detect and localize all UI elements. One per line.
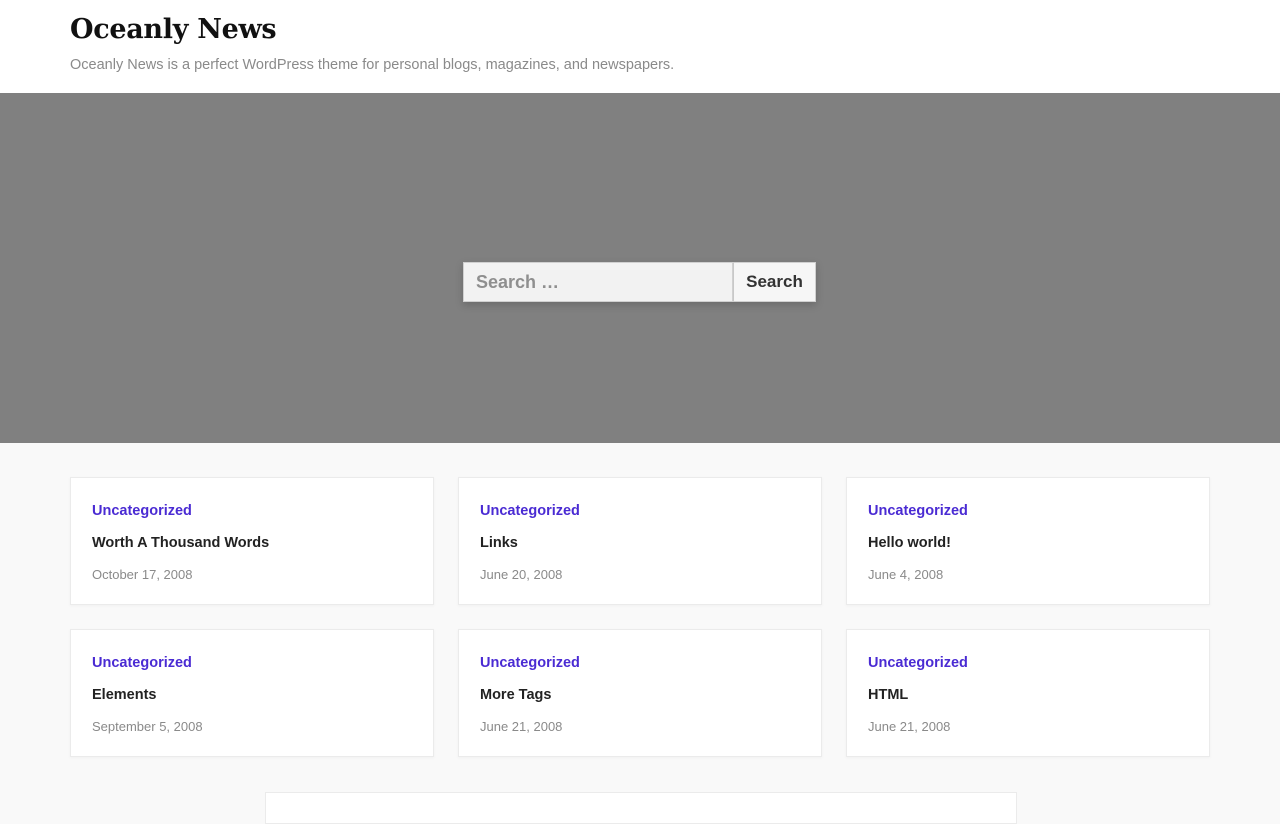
post-category-link[interactable]: Uncategorized	[868, 502, 1188, 520]
post-card: Uncategorized Links June 20, 2008	[458, 477, 822, 605]
post-category-link[interactable]: Uncategorized	[480, 654, 800, 672]
post-card: Uncategorized Elements September 5, 2008	[70, 629, 434, 757]
post-card: Uncategorized More Tags June 21, 2008	[458, 629, 822, 757]
post-card: Uncategorized Hello world! June 4, 2008	[846, 477, 1210, 605]
post-title-link[interactable]: Hello world!	[868, 534, 1188, 552]
post-card: Uncategorized Worth A Thousand Words Oct…	[70, 477, 434, 605]
post-title-link[interactable]: HTML	[868, 686, 1188, 704]
post-card: Uncategorized HTML June 21, 2008	[846, 629, 1210, 757]
site-title[interactable]: Oceanly News	[70, 14, 277, 45]
post-category-link[interactable]: Uncategorized	[868, 654, 1188, 672]
pagination-box	[265, 792, 1017, 824]
post-category-link[interactable]: Uncategorized	[92, 502, 412, 520]
post-title-link[interactable]: Worth A Thousand Words	[92, 534, 412, 552]
post-date: June 21, 2008	[868, 719, 951, 734]
site-header: Oceanly News Oceanly News is a perfect W…	[0, 0, 1280, 93]
search-input[interactable]	[463, 262, 733, 302]
post-date: October 17, 2008	[92, 567, 193, 582]
post-date: June 4, 2008	[868, 567, 944, 582]
site-description: Oceanly News is a perfect WordPress them…	[70, 57, 675, 73]
post-title-link[interactable]: Elements	[92, 686, 412, 704]
post-date: June 21, 2008	[480, 719, 563, 734]
post-title-link[interactable]: More Tags	[480, 686, 800, 704]
post-date: June 20, 2008	[480, 567, 563, 582]
post-category-link[interactable]: Uncategorized	[480, 502, 800, 520]
search-form: Search	[463, 262, 816, 302]
search-button[interactable]: Search	[733, 262, 816, 302]
hero-banner: Search	[0, 93, 1280, 443]
post-title-link[interactable]: Links	[480, 534, 800, 552]
post-grid: Uncategorized Worth A Thousand Words Oct…	[70, 477, 1210, 757]
post-date: September 5, 2008	[92, 719, 203, 734]
post-category-link[interactable]: Uncategorized	[92, 654, 412, 672]
